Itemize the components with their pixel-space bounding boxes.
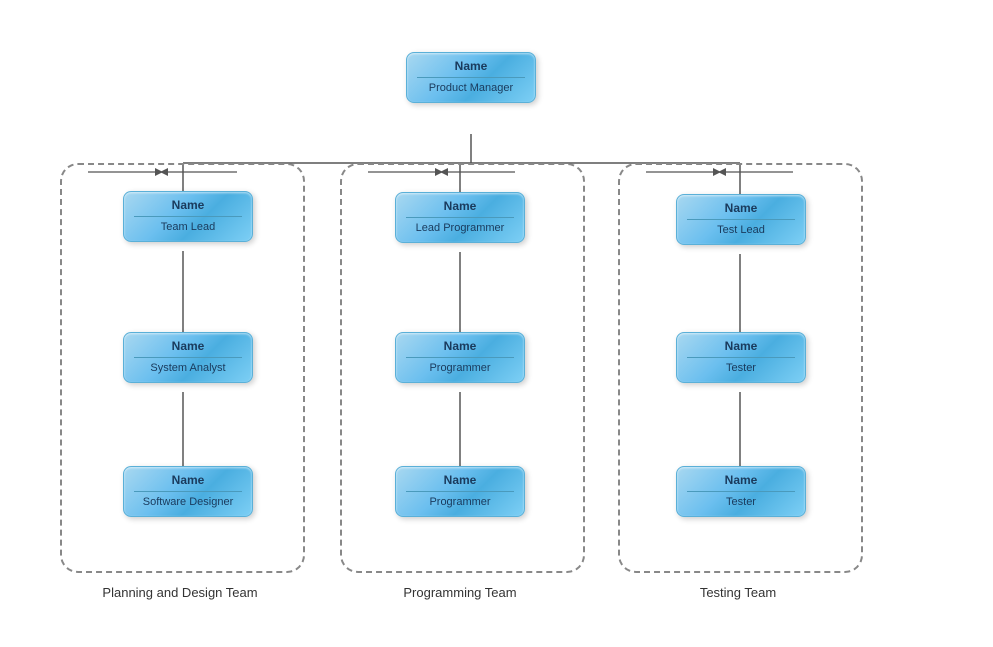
- planning-team-label: Planning and Design Team: [60, 585, 300, 600]
- team-lead-name: Name: [134, 198, 242, 212]
- tester-1-name: Name: [687, 339, 795, 353]
- tester-1-role: Tester: [687, 362, 795, 374]
- card-divider: [417, 77, 525, 78]
- lead-programmer-name: Name: [406, 199, 514, 213]
- programmer-2-role: Programmer: [406, 496, 514, 508]
- programmer-2-card[interactable]: Name Programmer: [395, 466, 525, 517]
- system-analyst-card[interactable]: Name System Analyst: [123, 332, 253, 383]
- diagram-container: Name Product Manager Name Team Lead Name…: [0, 0, 993, 647]
- tester-2-role: Tester: [687, 496, 795, 508]
- software-designer-role: Software Designer: [134, 496, 242, 508]
- software-designer-card[interactable]: Name Software Designer: [123, 466, 253, 517]
- programmer-1-name: Name: [406, 339, 514, 353]
- team-lead-role: Team Lead: [134, 221, 242, 233]
- tester-1-card[interactable]: Name Tester: [676, 332, 806, 383]
- product-manager-card[interactable]: Name Product Manager: [406, 52, 536, 103]
- lead-programmer-role: Lead Programmer: [406, 222, 514, 234]
- software-designer-name: Name: [134, 473, 242, 487]
- programming-team-label: Programming Team: [340, 585, 580, 600]
- product-manager-name: Name: [417, 59, 525, 73]
- testing-team-label: Testing Team: [618, 585, 858, 600]
- product-manager-role: Product Manager: [417, 82, 525, 94]
- tester-2-card[interactable]: Name Tester: [676, 466, 806, 517]
- test-lead-card[interactable]: Name Test Lead: [676, 194, 806, 245]
- tester-2-name: Name: [687, 473, 795, 487]
- lead-programmer-card[interactable]: Name Lead Programmer: [395, 192, 525, 243]
- programmer-1-card[interactable]: Name Programmer: [395, 332, 525, 383]
- programmer-1-role: Programmer: [406, 362, 514, 374]
- programmer-2-name: Name: [406, 473, 514, 487]
- system-analyst-role: System Analyst: [134, 362, 242, 374]
- system-analyst-name: Name: [134, 339, 242, 353]
- test-lead-role: Test Lead: [687, 224, 795, 236]
- team-lead-card[interactable]: Name Team Lead: [123, 191, 253, 242]
- test-lead-name: Name: [687, 201, 795, 215]
